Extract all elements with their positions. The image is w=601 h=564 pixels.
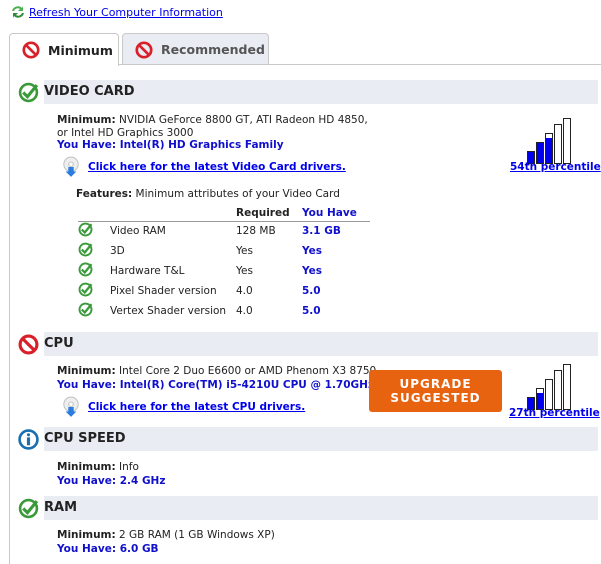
- value: Intel(R) HD Graphics Family: [119, 139, 284, 151]
- cpu-driver-link[interactable]: Click here for the latest CPU drivers.: [62, 396, 305, 418]
- upgrade-line1: UPGRADE: [399, 377, 472, 391]
- bar-fill: [546, 138, 552, 163]
- feature-name: Video RAM: [110, 225, 166, 238]
- pass-icon: [18, 82, 39, 103]
- upgrade-suggested-button[interactable]: UPGRADE SUGGESTED: [369, 370, 502, 412]
- driver-link-text[interactable]: Click here for the latest CPU drivers.: [88, 401, 305, 413]
- upgrade-line2: SUGGESTED: [390, 391, 481, 405]
- pass-icon: [78, 242, 93, 257]
- feature-have: 5.0: [302, 285, 321, 297]
- features-table: Required You Have Video RAM 128 MB 3.1 GB…: [78, 205, 370, 321]
- download-icon: [62, 156, 80, 178]
- feature-have: 5.0: [302, 305, 321, 317]
- cpu-minimum: Minimum: Intel Core 2 Duo E6600 or AMD P…: [57, 365, 376, 377]
- label: Minimum:: [57, 461, 116, 473]
- pass-icon: [78, 222, 93, 237]
- label: Minimum:: [57, 529, 116, 541]
- tab-recommended[interactable]: Recommended: [122, 33, 269, 65]
- percentile-bar: [545, 379, 553, 410]
- cpu-speed-you-have: You Have: 2.4 GHz: [57, 475, 165, 487]
- fail-icon: [18, 334, 39, 355]
- refresh-link-text[interactable]: Refresh Your Computer Information: [29, 6, 223, 19]
- ram-minimum: Minimum: 2 GB RAM (1 GB Windows XP): [57, 529, 275, 541]
- cpu-percentile-bars: [527, 364, 571, 410]
- percentile-bar: [563, 364, 571, 410]
- value: Intel(R) Core(TM) i5-4210U CPU @ 1.70GHz: [119, 379, 375, 391]
- refresh-icon: [12, 6, 24, 18]
- cpu-percentile-link[interactable]: 27th percentile: [509, 407, 600, 419]
- label: Minimum:: [57, 365, 116, 377]
- percentile-bar: [554, 124, 562, 164]
- pass-icon: [78, 302, 93, 317]
- col-required: Required: [236, 206, 290, 219]
- feature-row: Pixel Shader version 4.0 5.0: [78, 281, 370, 301]
- refresh-link[interactable]: Refresh Your Computer Information: [10, 4, 223, 20]
- info-icon: [18, 429, 39, 450]
- video-you-have: You Have: Intel(R) HD Graphics Family: [57, 139, 284, 151]
- value: Intel Core 2 Duo E6600 or AMD Phenom X3 …: [119, 365, 377, 377]
- label: Minimum:: [57, 114, 116, 126]
- label: Features:: [76, 188, 133, 200]
- download-icon: [62, 396, 80, 418]
- label: You Have:: [57, 543, 117, 555]
- fail-icon: [22, 41, 40, 59]
- tab-label: Minimum: [48, 42, 113, 58]
- percentile-bar: [545, 133, 553, 164]
- bar-fill: [537, 143, 543, 163]
- ram-you-have: You Have: 6.0 GB: [57, 543, 159, 555]
- pass-icon: [78, 262, 93, 277]
- feature-required: 4.0: [236, 285, 253, 297]
- features-desc: Features: Minimum attributes of your Vid…: [76, 188, 340, 200]
- video-minimum: Minimum: NVIDIA GeForce 8800 GT, ATI Rad…: [57, 114, 377, 140]
- section-header-cpu-speed: CPU SPEED: [44, 427, 598, 451]
- fail-icon: [135, 41, 153, 59]
- section-header-video-card: VIDEO CARD: [44, 80, 598, 104]
- video-percentile-link[interactable]: 54th percentile: [510, 161, 601, 173]
- feature-name: Vertex Shader version: [110, 305, 227, 317]
- driver-link-text[interactable]: Click here for the latest Video Card dri…: [88, 161, 346, 173]
- value: Info: [119, 461, 139, 473]
- feature-required: Yes: [236, 245, 253, 257]
- label: You Have:: [57, 379, 117, 391]
- percentile-bar: [554, 370, 562, 410]
- cpu-speed-minimum: Minimum: Info: [57, 461, 139, 473]
- feature-row: Hardware T&L Yes Yes: [78, 261, 370, 281]
- feature-have: Yes: [302, 245, 323, 257]
- value: 2.4 GHz: [119, 475, 166, 487]
- feature-required: 128 MB: [236, 225, 276, 238]
- pass-icon: [78, 282, 93, 297]
- percentile-bar: [563, 118, 571, 164]
- pass-icon: [18, 498, 39, 519]
- feature-have: Yes: [302, 265, 323, 277]
- feature-name: 3D: [110, 245, 125, 257]
- value: 6.0 GB: [119, 543, 159, 555]
- feature-have: 3.1 GB: [302, 225, 341, 238]
- feature-name: Hardware T&L: [110, 265, 185, 277]
- feature-required: Yes: [236, 265, 253, 277]
- col-you-have: You Have: [302, 206, 357, 219]
- value: Minimum attributes of your Video Card: [135, 188, 340, 200]
- feature-row: Vertex Shader version 4.0 5.0: [78, 301, 370, 321]
- value: 2 GB RAM (1 GB Windows XP): [119, 529, 275, 541]
- feature-name: Pixel Shader version: [110, 285, 217, 297]
- tab-minimum[interactable]: Minimum: [9, 33, 119, 66]
- feature-required: 4.0: [236, 305, 253, 317]
- section-header-ram: RAM: [44, 496, 598, 520]
- panel-border: [119, 64, 601, 65]
- panel-border: [9, 64, 10, 564]
- label: You Have:: [57, 475, 117, 487]
- feature-row: 3D Yes Yes: [78, 241, 370, 261]
- video-percentile-bars: [527, 118, 571, 164]
- cpu-you-have: You Have: Intel(R) Core(TM) i5-4210U CPU…: [57, 379, 374, 391]
- tab-label: Recommended: [161, 42, 265, 57]
- feature-row: Video RAM 128 MB 3.1 GB: [78, 221, 370, 241]
- section-header-cpu: CPU: [44, 332, 598, 356]
- label: You Have:: [57, 139, 117, 151]
- video-driver-link[interactable]: Click here for the latest Video Card dri…: [62, 156, 346, 178]
